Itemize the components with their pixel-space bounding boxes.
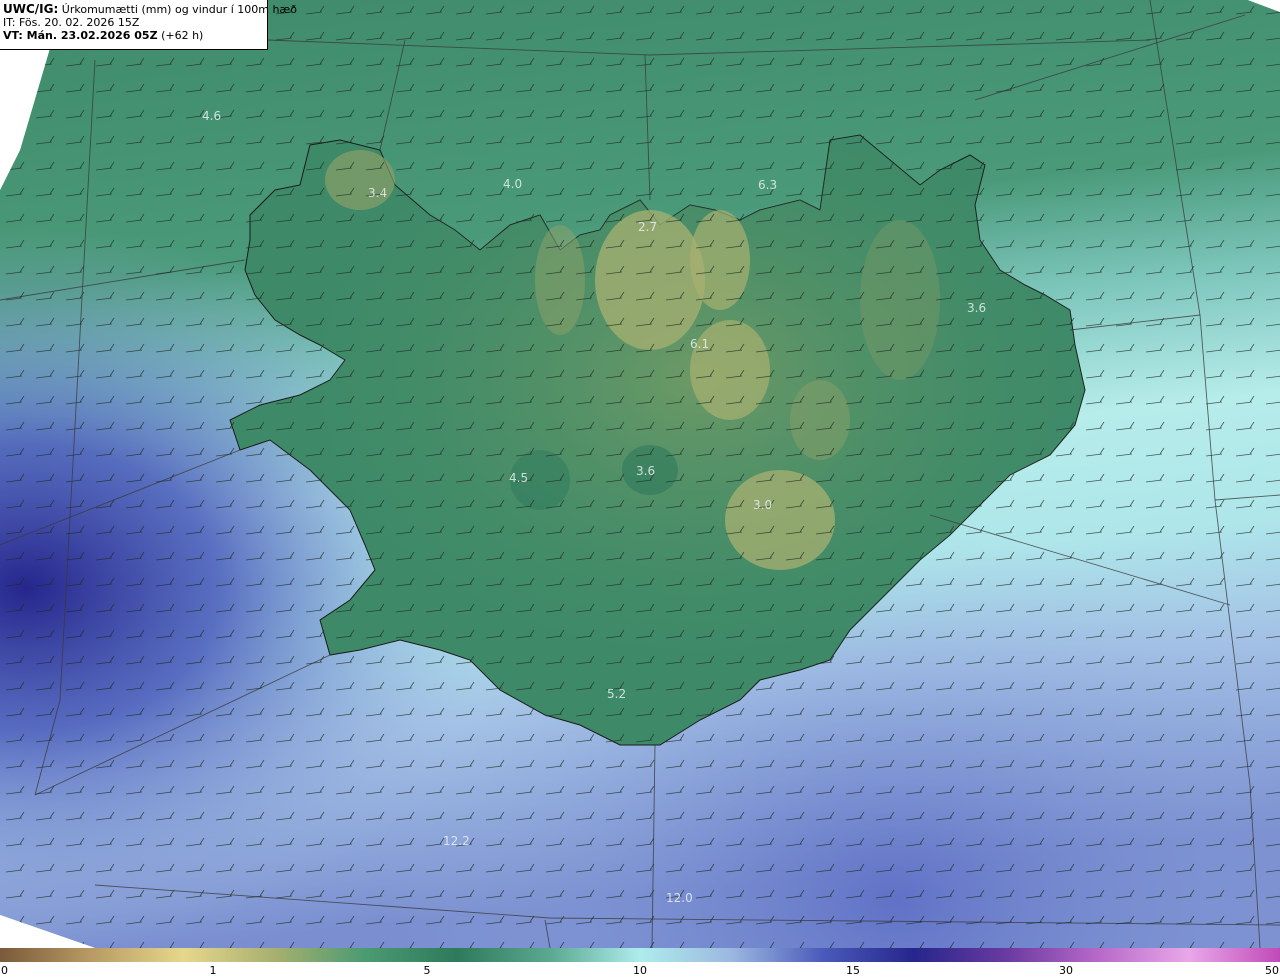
colorbar-tick: 30 (1059, 964, 1073, 977)
product-title: UWC/IG: Úrkomumætti (mm) og vindur í 100… (3, 2, 297, 17)
colorbar-tick: 50 (1265, 964, 1279, 977)
map-value-label: 6.1 (690, 337, 709, 351)
colorbar-tick: 10 (633, 964, 647, 977)
initial-time: IT: Fös. 20. 02. 2026 15Z (3, 16, 140, 29)
map-value-label: 6.3 (758, 178, 777, 192)
valid-time: VT: Mán. 23.02.2026 05Z (+62 h) (3, 29, 204, 42)
weather-map[interactable]: 4.6 3.4 4.0 6.3 2.7 3.6 6.1 4.5 3.6 3.0 … (0, 0, 1280, 948)
map-value-label: 4.0 (503, 177, 522, 191)
map-info-box: UWC/IG: Úrkomumætti (mm) og vindur í 100… (0, 0, 297, 50)
map-value-label: 3.0 (753, 498, 772, 512)
map-value-label: 4.6 (202, 109, 221, 123)
map-value-label: 2.7 (638, 220, 657, 234)
map-value-label: 4.5 (509, 471, 528, 485)
colorbar-tick: 0 (1, 964, 8, 977)
map-value-label: 12.2 (443, 834, 470, 848)
colorbar-legend: 0 1 5 10 15 30 50 (0, 948, 1280, 978)
colorbar-gradient (0, 948, 1280, 962)
colorbar-tick: 15 (846, 964, 860, 977)
map-canvas: 4.6 3.4 4.0 6.3 2.7 3.6 6.1 4.5 3.6 3.0 … (0, 0, 1280, 948)
map-value-label: 3.6 (636, 464, 655, 478)
map-value-label: 3.6 (967, 301, 986, 315)
colorbar-tick: 5 (423, 964, 431, 977)
map-value-label: 12.0 (666, 891, 693, 905)
map-value-label: 3.4 (368, 186, 387, 200)
map-value-label: 5.2 (607, 687, 626, 701)
colorbar-tick: 1 (209, 964, 217, 977)
